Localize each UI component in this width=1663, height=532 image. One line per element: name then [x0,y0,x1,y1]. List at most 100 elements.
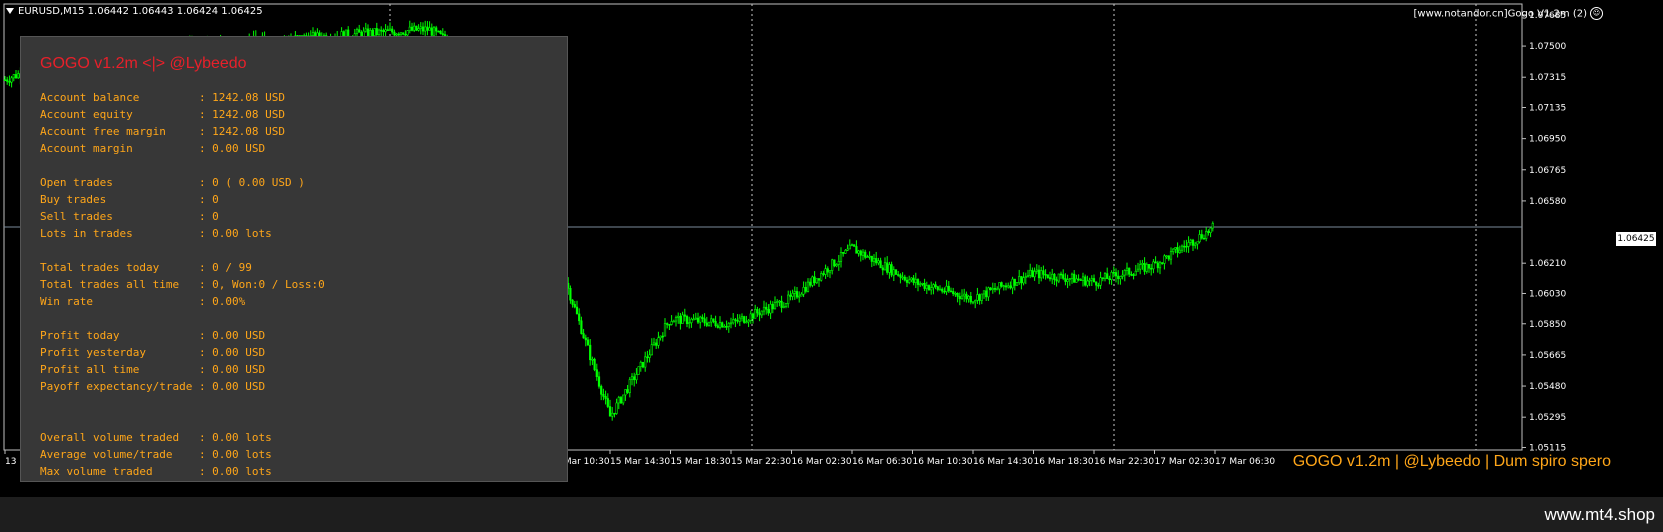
candle [811,275,814,288]
candle-body [956,293,959,297]
candle-body [437,30,440,33]
candle [1053,273,1056,286]
candle-body [916,279,920,285]
candle-body [1185,245,1188,248]
candle [1183,240,1186,253]
candle-body [408,26,411,31]
candle [668,323,671,331]
candle-body [1088,279,1091,282]
candle-body [1117,275,1120,280]
candle-body [842,251,845,254]
candle-body [892,269,895,276]
candle-body [745,321,748,324]
candle-body [727,323,730,327]
candle [877,257,880,266]
candle [998,282,1001,295]
candle [861,249,865,261]
candle [943,287,946,294]
candle-body [375,28,378,36]
candle [952,287,955,297]
stats-line: Profit today : 0.00 USD [40,329,266,342]
candle-body [787,294,790,304]
candle [1134,264,1137,276]
candle [1167,255,1170,262]
candle [828,270,832,279]
candle-body [718,322,722,328]
candle-body [978,294,981,301]
candle-body [923,282,926,289]
candle-body [1046,274,1049,278]
candle-body [914,279,917,283]
candle-body [589,344,592,361]
candle-body [839,251,843,262]
candle [839,247,843,268]
candle-body [967,296,970,300]
candle-body [624,389,627,396]
price-label: 1.06210 [1529,259,1566,269]
chart-window[interactable]: 1.07685 1.07500 1.07315 1.07135 1.06950 1.067… [0,0,1663,497]
candle-body [802,287,805,295]
candle [613,412,616,418]
candle [1145,262,1148,274]
candle [1081,272,1085,287]
dropdown-triangle-icon[interactable] [6,8,14,14]
candle-body [958,296,961,300]
candle-body [1196,241,1199,245]
candle [688,316,691,329]
candle [1103,272,1107,282]
candle-body [419,26,422,29]
candle [892,266,895,282]
candle [608,399,612,417]
expert-advisor-label[interactable]: [www.notandor.cn]Gogo V1.2m (2) ☺ [1414,7,1603,20]
candle-body [1108,278,1111,281]
candle [624,389,627,401]
stats-line [40,157,325,174]
candle [657,331,660,349]
candle-body [1125,267,1129,271]
candle-body [1187,242,1190,247]
candle [595,363,598,381]
candle-body [1200,234,1203,239]
candle-body [578,313,581,322]
candle-body [681,314,684,324]
time-label: 16 Mar 06:30 [852,457,912,467]
stats-line [40,395,325,412]
candle [1035,264,1038,275]
candle-body [668,324,671,326]
candle [1158,260,1162,275]
candle-body [1057,273,1060,282]
candle-body [751,313,755,319]
candle-body [910,277,913,281]
stats-line: Lots in trades : 0.00 lots [40,227,272,240]
stats-line: Max volume traded : 0.00 lots [40,465,272,478]
candle [872,254,876,266]
candle-body [1066,279,1069,282]
candle [1073,270,1076,283]
candle-body [1044,274,1047,276]
candle-body [855,246,858,254]
candle [626,385,629,394]
candle-body [1103,273,1107,279]
candle-body [635,374,638,381]
candle-body [771,303,774,310]
candle [925,281,928,294]
candle-body [1090,278,1093,281]
candle [419,22,422,35]
candle [619,395,623,404]
candle-body [743,316,746,323]
candle [982,290,986,299]
candle-body [591,358,594,361]
candle-body [1205,231,1208,239]
candle-body [1009,285,1012,289]
candle [820,271,823,282]
candle [932,283,935,295]
candle [694,312,697,320]
candle-body [1134,270,1137,276]
candle-body [815,278,818,284]
stats-list: Account balance : 1242.08 USD Account equ… [40,89,325,480]
candle [633,372,636,387]
candle [837,254,840,271]
candle-body [388,28,392,31]
price-label: 1.07315 [1529,73,1566,83]
candle [978,293,981,305]
